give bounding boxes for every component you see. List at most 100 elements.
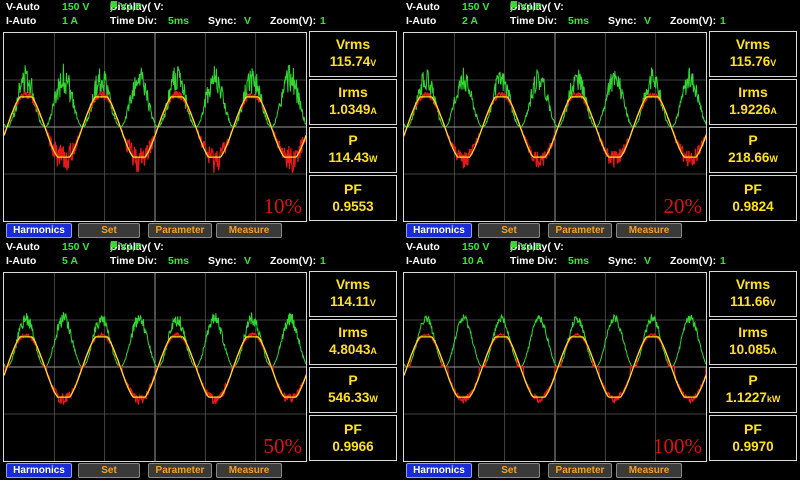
irms-label: Irms: [338, 324, 368, 340]
irms-label: Irms: [738, 324, 768, 340]
irms-label: Irms: [738, 84, 768, 100]
vrms-value: 114.11: [330, 294, 370, 309]
p-unit: W: [769, 154, 778, 164]
status-row-current: I-Auto 1 A Time Div: 5ms Sync: V Zoom(V): 1: [0, 15, 400, 28]
analyzer-panel: V-Auto 150 V Display( V: I: P:): V,I,P I-Au…: [400, 0, 800, 240]
set-button[interactable]: Set: [78, 223, 140, 238]
vrms-label: Vrms: [735, 36, 771, 52]
measure-button[interactable]: Measure: [216, 463, 282, 478]
p-value-line: 114.43W: [310, 149, 396, 168]
pf-label: PF: [744, 421, 762, 437]
parameter-button[interactable]: Parameter: [148, 223, 212, 238]
sync-value: V: [244, 15, 252, 27]
waveform-plot: [4, 33, 306, 221]
pf-cell: PF 0.9824: [709, 175, 797, 221]
irms-cell: Irms 4.8043A: [309, 319, 397, 365]
vrms-cell: Vrms 111.66V: [709, 271, 797, 317]
zoom-label: Zoom(V):: [670, 15, 717, 27]
v-mode-label: V-Auto: [6, 1, 40, 13]
zoom-label: Zoom(V):: [270, 255, 317, 267]
display-value: ): V,I,P: [510, 241, 542, 253]
v-range-value: 150 V: [62, 1, 90, 13]
time-div-value: 5ms: [568, 15, 590, 27]
load-percent-label: 10%: [263, 194, 303, 218]
pf-cell: PF 0.9966: [309, 415, 397, 461]
time-div-label: Time Div:: [510, 15, 558, 27]
v-mode-label: V-Auto: [406, 241, 440, 253]
power-cell: P 1.1227kW: [709, 367, 797, 413]
sync-value: V: [644, 255, 652, 267]
pf-value-line: 0.9966: [310, 438, 396, 455]
p-value: 218.66: [728, 150, 770, 165]
vrms-cell: Vrms 115.74V: [309, 31, 397, 77]
analyzer-panel: V-Auto 150 V Display( V: I: P:): V,I,P I-Au…: [400, 240, 800, 480]
time-div-label: Time Div:: [510, 255, 558, 267]
pf-label: PF: [344, 421, 362, 437]
time-div-label: Time Div:: [110, 15, 158, 27]
status-row-voltage: V-Auto 150 V Display( V: I: P:): V,I,P: [400, 1, 800, 14]
irms-unit: A: [770, 346, 777, 356]
status-row-voltage: V-Auto 150 V Display( V: I: P:): V,I,P: [0, 1, 400, 14]
i-mode-label: I-Auto: [6, 255, 37, 267]
harmonics-button[interactable]: Harmonics: [406, 223, 472, 238]
load-percent-label: 20%: [663, 194, 703, 218]
sync-label: Sync:: [608, 15, 637, 27]
pf-value-line: 0.9553: [310, 198, 396, 215]
p-label: P: [348, 132, 358, 148]
soft-key-bar: Harmonics Set Parameter Measure: [400, 463, 800, 478]
p-value: 114.43: [328, 150, 370, 165]
v-mode-label: V-Auto: [6, 241, 40, 253]
time-div-value: 5ms: [568, 255, 590, 267]
pf-value-line: 0.9970: [710, 438, 796, 455]
parameter-button[interactable]: Parameter: [548, 463, 612, 478]
parameter-button[interactable]: Parameter: [148, 463, 212, 478]
status-row-current: I-Auto 5 A Time Div: 5ms Sync: V Zoom(V): 1: [0, 255, 400, 268]
pf-cell: PF 0.9970: [709, 415, 797, 461]
irms-cell: Irms 1.9226A: [709, 79, 797, 125]
display-value: ): V,I,P: [110, 1, 142, 13]
p-value: 1.1227: [725, 390, 767, 405]
vrms-unit: V: [370, 58, 377, 68]
vrms-label: Vrms: [335, 36, 371, 52]
zoom-label: Zoom(V):: [270, 15, 317, 27]
irms-label: Irms: [338, 84, 368, 100]
harmonics-button[interactable]: Harmonics: [6, 223, 72, 238]
measure-button[interactable]: Measure: [616, 463, 682, 478]
sync-label: Sync:: [208, 255, 237, 267]
irms-value-line: 10.085A: [710, 341, 796, 360]
set-button[interactable]: Set: [478, 463, 540, 478]
set-button[interactable]: Set: [78, 463, 140, 478]
v-range-value: 150 V: [462, 241, 490, 253]
power-cell: P 546.33W: [309, 367, 397, 413]
set-button[interactable]: Set: [478, 223, 540, 238]
pf-cell: PF 0.9553: [309, 175, 397, 221]
irms-value: 1.0349: [329, 102, 371, 117]
analyzer-panel: V-Auto 150 V Display( V: I: P:): V,I,P I-Au…: [0, 240, 400, 480]
vrms-unit: V: [769, 298, 776, 308]
irms-value-line: 4.8043A: [310, 341, 396, 360]
harmonics-button[interactable]: Harmonics: [6, 463, 72, 478]
measure-button[interactable]: Measure: [616, 223, 682, 238]
irms-value: 10.085: [729, 342, 771, 357]
irms-unit: A: [370, 106, 377, 116]
load-percent-label: 100%: [653, 434, 702, 458]
power-cell: P 218.66W: [709, 127, 797, 173]
harmonics-button[interactable]: Harmonics: [406, 463, 472, 478]
sync-value: V: [644, 15, 652, 27]
p-label: P: [748, 372, 758, 388]
irms-cell: Irms 1.0349A: [309, 79, 397, 125]
power-cell: P 114.43W: [309, 127, 397, 173]
i-range-value: 10 A: [462, 255, 484, 267]
measure-button[interactable]: Measure: [216, 223, 282, 238]
v-range-value: 150 V: [62, 241, 90, 253]
zoom-value: 1: [720, 255, 726, 267]
i-range-value: 2 A: [462, 15, 478, 27]
display-value: ): V,I,P: [510, 1, 542, 13]
irms-value: 4.8043: [329, 342, 371, 357]
pf-value-line: 0.9824: [710, 198, 796, 215]
pf-label: PF: [744, 181, 762, 197]
status-row-voltage: V-Auto 150 V Display( V: I: P:): V,I,P: [0, 241, 400, 254]
parameter-button[interactable]: Parameter: [548, 223, 612, 238]
irms-value-line: 1.9226A: [710, 101, 796, 120]
sync-value: V: [244, 255, 252, 267]
